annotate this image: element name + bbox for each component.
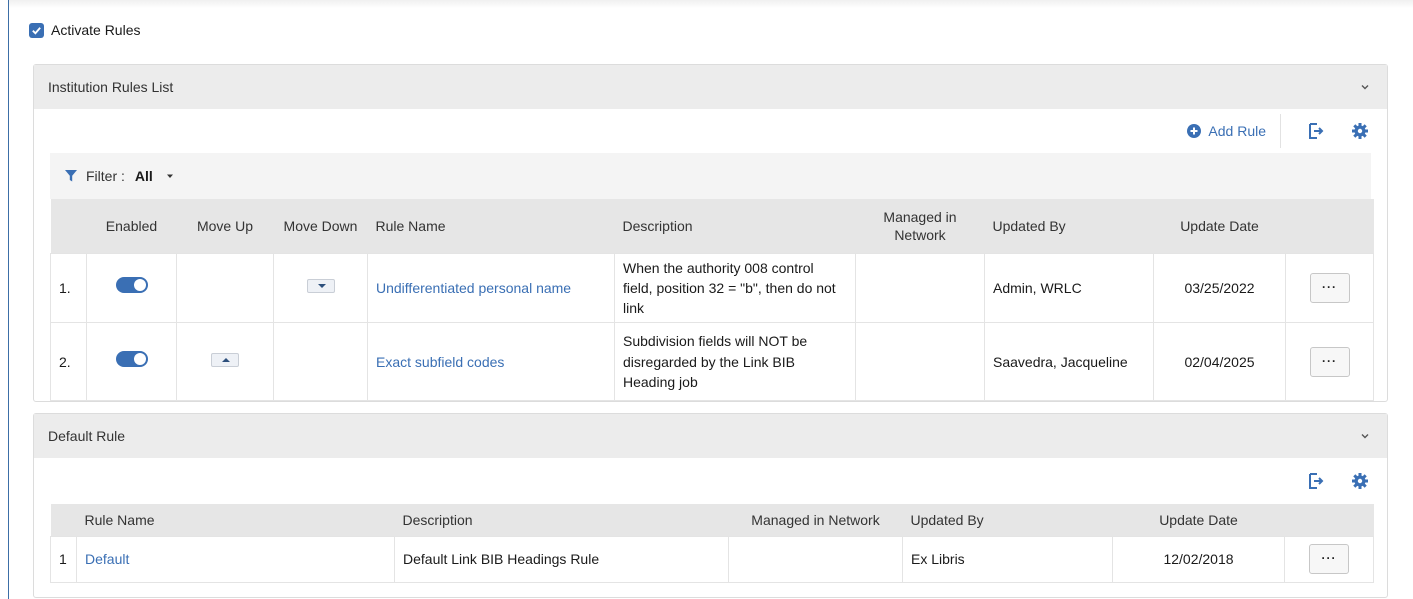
col-rule-name: Rule Name — [76, 504, 395, 536]
col-move-up: Move Up — [176, 199, 274, 253]
enabled-toggle[interactable] — [115, 277, 148, 294]
filter-label: Filter : — [86, 168, 125, 184]
top-shadow — [8, 0, 1413, 8]
col-move-down: Move Down — [273, 199, 368, 253]
col-description: Description — [614, 199, 856, 253]
left-border — [8, 0, 9, 599]
description-cell: When the authority 008 control field, po… — [614, 252, 856, 324]
rule-name-cell: Undifferentiated personal name — [367, 252, 615, 324]
chevron-down-icon[interactable] — [1359, 81, 1371, 93]
institution-rules-panel: Institution Rules List Add Rule Filter :… — [33, 64, 1388, 402]
move-up-button[interactable] — [211, 352, 239, 367]
activate-rules-label: Activate Rules — [51, 22, 141, 38]
add-rule-label: Add Rule — [1208, 123, 1266, 139]
caret-down-icon[interactable] — [165, 171, 175, 181]
enabled-cell — [86, 252, 177, 324]
updated-by-cell: Ex Libris — [902, 535, 1113, 583]
default-toolbar — [34, 458, 1387, 504]
table-row: 1 Default Default Link BIB Headings Rule… — [50, 535, 1374, 583]
rule-name-link[interactable]: Exact subfield codes — [376, 354, 504, 370]
row-actions-button[interactable]: ··· — [1309, 544, 1349, 574]
filter-icon — [65, 170, 77, 182]
table-row: 2. Exact subfield codes Subdivision fiel… — [50, 322, 1374, 402]
managed-cell — [855, 252, 985, 324]
rule-name-link[interactable]: Default — [85, 551, 129, 567]
panel-title: Institution Rules List — [48, 79, 174, 95]
row-index: 1. — [50, 252, 87, 324]
filter-value[interactable]: All — [135, 168, 153, 184]
chevron-down-icon[interactable] — [1359, 430, 1371, 442]
move-down-cell — [273, 322, 368, 402]
table-row: 1. Undifferentiated personal name When t… — [50, 252, 1374, 324]
row-actions-button[interactable]: ··· — [1309, 272, 1350, 303]
filter-bar[interactable]: Filter : All — [50, 153, 1371, 199]
gear-icon[interactable] — [1351, 122, 1369, 140]
checkbox-checked-icon[interactable] — [29, 22, 44, 38]
enabled-toggle[interactable] — [115, 351, 148, 368]
move-up-cell — [176, 322, 274, 402]
description-cell: Subdivision fields will NOT be disregard… — [614, 322, 856, 402]
gear-icon[interactable] — [1351, 472, 1369, 490]
row-index: 2. — [50, 322, 87, 402]
managed-cell — [728, 535, 903, 583]
move-down-button[interactable] — [306, 278, 335, 293]
col-updated-by: Updated By — [902, 504, 1113, 536]
add-rule-button[interactable]: Add Rule — [1186, 114, 1281, 148]
actions-cell: ··· — [1285, 252, 1374, 324]
actions-cell: ··· — [1285, 322, 1374, 402]
col-managed: Managed in Network — [855, 199, 985, 253]
rule-name-cell: Exact subfield codes — [367, 322, 615, 402]
col-update-date: Update Date — [1112, 504, 1285, 536]
institution-rules-header[interactable]: Institution Rules List — [34, 65, 1387, 109]
rule-name-link[interactable]: Undifferentiated personal name — [376, 280, 571, 296]
default-rule-panel: Default Rule Rule Name Description Manag… — [33, 413, 1388, 598]
move-down-cell — [273, 252, 368, 324]
updated-by-cell: Saavedra, Jacqueline — [984, 322, 1154, 402]
update-date-cell: 12/02/2018 — [1112, 535, 1285, 583]
description-cell: Default Link BIB Headings Rule — [394, 535, 729, 583]
move-up-cell — [176, 252, 274, 324]
institution-rules-table: Enabled Move Up Move Down Rule Name Desc… — [50, 199, 1374, 402]
enabled-cell — [86, 322, 177, 402]
updated-by-cell: Admin, WRLC — [984, 252, 1154, 324]
panel-title: Default Rule — [48, 428, 126, 444]
plus-circle-icon — [1187, 124, 1202, 138]
col-updated-by: Updated By — [984, 199, 1154, 253]
actions-cell: ··· — [1284, 535, 1374, 583]
col-managed: Managed in Network — [728, 504, 903, 536]
col-enabled: Enabled — [86, 199, 177, 253]
update-date-cell: 02/04/2025 — [1153, 322, 1286, 402]
row-actions-button[interactable]: ··· — [1309, 346, 1350, 377]
col-actions — [1285, 199, 1374, 253]
default-rule-header[interactable]: Default Rule — [34, 414, 1387, 458]
col-rule-name: Rule Name — [367, 199, 615, 253]
col-update-date: Update Date — [1153, 199, 1286, 253]
col-index — [50, 199, 87, 253]
update-date-cell: 03/25/2022 — [1153, 252, 1286, 324]
col-description: Description — [394, 504, 729, 536]
export-icon[interactable] — [1307, 472, 1325, 490]
table-header-row: Enabled Move Up Move Down Rule Name Desc… — [50, 199, 1374, 253]
export-icon[interactable] — [1307, 122, 1325, 140]
activate-rules-checkbox[interactable]: Activate Rules — [29, 22, 140, 38]
default-rule-table: Rule Name Description Managed in Network… — [50, 504, 1374, 583]
col-actions — [1284, 504, 1374, 536]
managed-cell — [855, 322, 985, 402]
col-index — [50, 504, 77, 536]
rule-name-cell: Default — [76, 535, 395, 583]
row-index: 1 — [50, 535, 77, 583]
institution-toolbar: Add Rule — [34, 109, 1387, 153]
table-header-row: Rule Name Description Managed in Network… — [50, 504, 1374, 536]
